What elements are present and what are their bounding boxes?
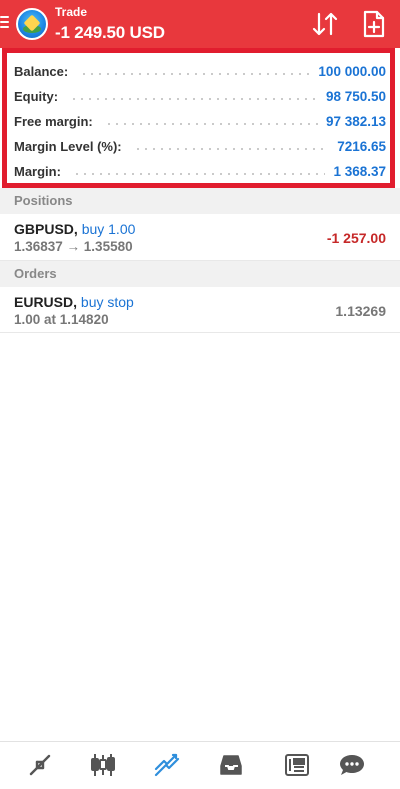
summary-row-margin: Margin: 1 368.37 (14, 161, 386, 181)
order-action: buy stop (80, 294, 134, 310)
position-symbol: GBPUSD, (14, 221, 78, 237)
margin-level-value: 7216.65 (337, 138, 386, 154)
bottom-navigation (0, 741, 400, 789)
position-action: buy 1.00 (81, 221, 136, 237)
free-margin-value: 97 382.13 (325, 113, 386, 129)
summary-row-margin-level: Margin Level (%): 7216.65 (14, 136, 386, 156)
news-icon[interactable] (282, 750, 312, 780)
position-prices: 1.36837 → 1.35580 (14, 239, 133, 254)
header-title: Trade (55, 5, 88, 19)
account-summary: Balance: 100 000.00 Equity: 98 750.50 Fr… (2, 48, 395, 188)
balance-label: Balance: (14, 63, 69, 79)
positions-header: Positions (0, 188, 400, 214)
sort-icon[interactable] (310, 10, 340, 38)
app-logo (16, 8, 48, 40)
dot-leader (70, 98, 318, 100)
order-volume-price: 1.00 at 1.14820 (14, 312, 109, 327)
margin-label: Margin: (14, 163, 61, 179)
orders-header: Orders (0, 261, 400, 287)
balance-value: 100 000.00 (318, 63, 386, 79)
equity-label: Equity: (14, 88, 59, 104)
summary-row-equity: Equity: 98 750.50 (14, 86, 386, 106)
dot-leader (104, 123, 318, 125)
trade-icon[interactable] (152, 750, 182, 780)
position-profit: -1 257.00 (326, 230, 386, 246)
trade-screen: Trade -1 249.50 USD Balance: 100 000.00 … (0, 0, 400, 789)
quotes-icon[interactable] (25, 750, 55, 780)
order-current-price: 1.13269 (335, 303, 386, 319)
new-order-icon[interactable] (361, 10, 387, 38)
margin-value: 1 368.37 (333, 163, 386, 179)
dot-leader (72, 173, 326, 175)
app-header: Trade -1 249.50 USD (0, 0, 400, 48)
dot-leader (80, 73, 311, 75)
order-row[interactable]: EURUSD, buy stop 1.00 at 1.14820 1.13269 (0, 287, 400, 333)
chat-icon[interactable] (337, 750, 367, 780)
margin-level-label: Margin Level (%): (14, 138, 122, 154)
summary-row-balance: Balance: 100 000.00 (14, 61, 386, 81)
equity-value: 98 750.50 (325, 88, 386, 104)
position-symbol-line: GBPUSD, buy 1.00 (14, 221, 135, 237)
chart-icon[interactable] (88, 750, 118, 780)
dot-leader (133, 148, 330, 150)
menu-icon[interactable] (0, 16, 9, 30)
free-margin-label: Free margin: (14, 113, 93, 129)
order-symbol-line: EURUSD, buy stop (14, 294, 134, 310)
position-row[interactable]: GBPUSD, buy 1.00 1.36837 → 1.35580 -1 25… (0, 214, 400, 261)
header-profit: -1 249.50 USD (55, 23, 165, 42)
history-icon[interactable] (216, 750, 246, 780)
summary-row-free-margin: Free margin: 97 382.13 (14, 111, 386, 131)
order-symbol: EURUSD, (14, 294, 78, 310)
